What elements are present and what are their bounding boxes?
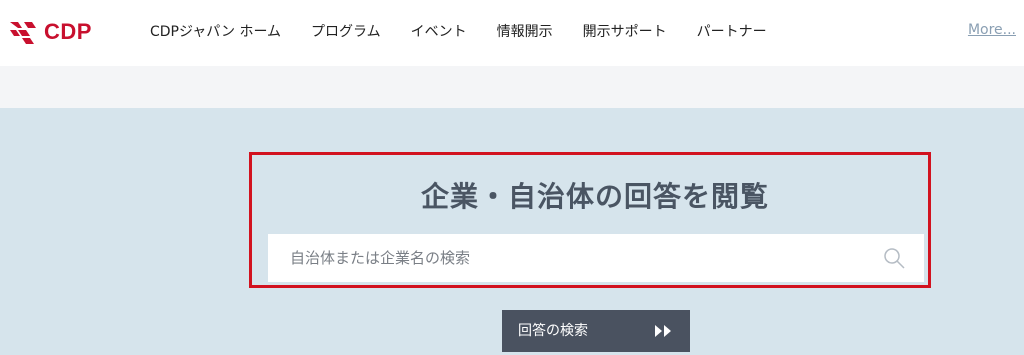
search-responses-label: 回答の検索 [518, 323, 588, 339]
site-header: CDP CDPジャパン ホーム プログラム イベント 情報開示 開示サポート パ… [0, 0, 1024, 66]
logo-wordmark: CDP [44, 19, 92, 44]
response-search-section: 企業・自治体の回答を閲覧 回答の検索 [0, 108, 1024, 355]
search-icon[interactable] [882, 246, 906, 270]
cdp-logo[interactable]: CDP [8, 16, 92, 48]
search-field [268, 234, 924, 282]
cdp-logo-mark-icon [10, 22, 36, 44]
page: CDP CDPジャパン ホーム プログラム イベント 情報開示 開示サポート パ… [0, 0, 1024, 355]
main-nav: CDPジャパン ホーム プログラム イベント 情報開示 開示サポート パートナー [150, 22, 797, 42]
nav-item-disclosure-support[interactable]: 開示サポート [583, 22, 667, 42]
nav-item-events[interactable]: イベント [411, 22, 467, 42]
search-title: 企業・自治体の回答を閲覧 [420, 179, 769, 213]
nav-item-cdp-japan-home[interactable]: CDPジャパン ホーム [150, 22, 281, 42]
double-chevron-right-icon [655, 325, 671, 337]
more-link[interactable]: More... [968, 20, 1016, 40]
nav-item-partners[interactable]: パートナー [697, 22, 767, 42]
nav-item-programs[interactable]: プログラム [311, 22, 381, 42]
nav-item-disclosure[interactable]: 情報開示 [497, 22, 553, 42]
search-responses-button[interactable]: 回答の検索 [502, 310, 690, 352]
search-input[interactable] [268, 234, 868, 282]
subheader-strip [0, 66, 1024, 108]
